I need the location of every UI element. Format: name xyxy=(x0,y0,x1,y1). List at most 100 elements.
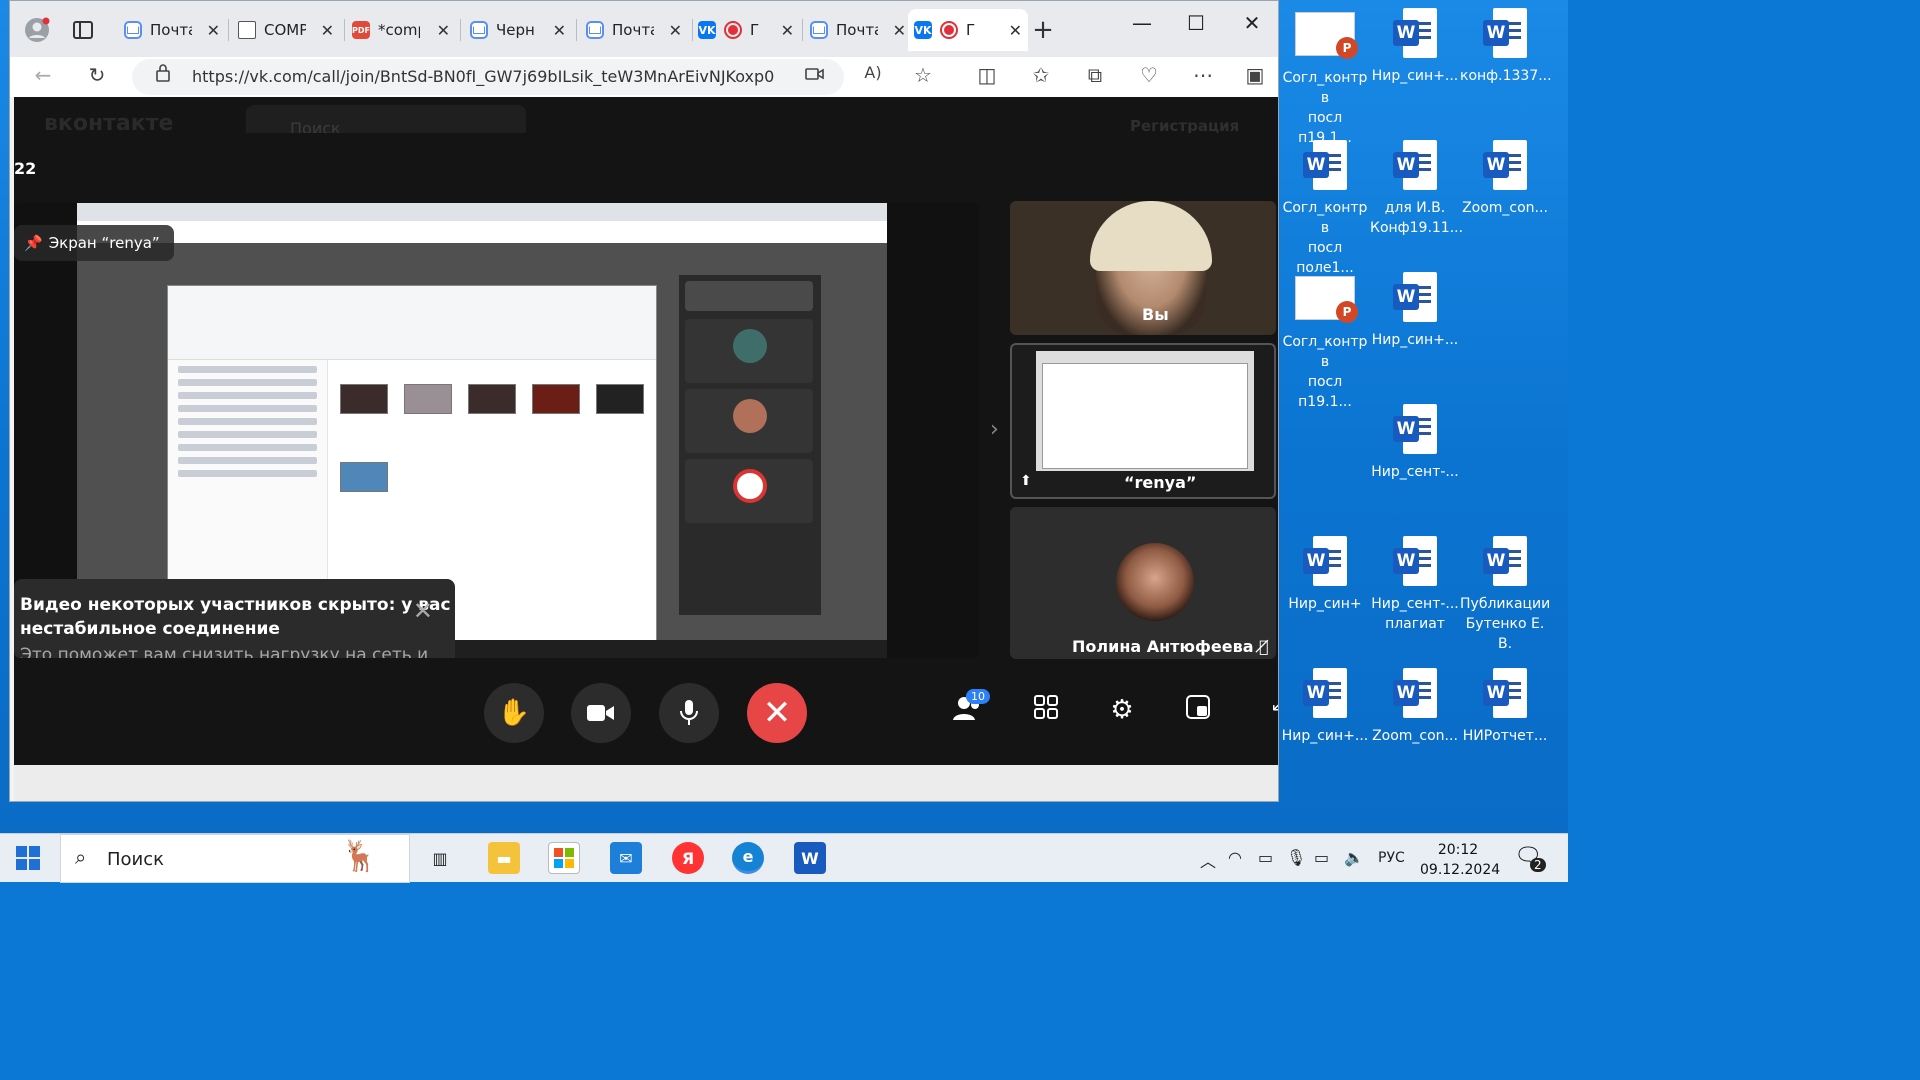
desktop-file-2[interactable]: Wконф.1337... xyxy=(1460,8,1552,86)
meet-now-icon[interactable]: ▭ xyxy=(1258,848,1273,867)
maximize-button[interactable]: ☐ xyxy=(1176,11,1216,35)
pdf-icon: PDF xyxy=(352,21,370,39)
notification-center-button[interactable]: 🗨 2 xyxy=(1514,844,1546,874)
participants-button[interactable]: 10 xyxy=(948,689,990,735)
desktop-file-4[interactable]: Wдля И.В. Конф19.11... xyxy=(1370,140,1463,238)
tab-pdf[interactable]: PDF *comp ✕ xyxy=(346,9,456,51)
close-icon[interactable]: ✕ xyxy=(893,21,906,40)
main-screen-share[interactable]: 📌 Экран “renya” Видео некоторых участник… xyxy=(14,203,979,658)
close-icon[interactable]: ✕ xyxy=(321,21,334,40)
microphone-button[interactable] xyxy=(659,683,719,743)
desktop-file-6[interactable]: P Согл_контр в посл п19.1... xyxy=(1280,272,1370,412)
split-screen-icon[interactable]: ◫ xyxy=(972,63,1002,87)
favorites-icon[interactable]: ✩ xyxy=(1026,63,1056,87)
tab-separator xyxy=(228,19,229,41)
toast-title: Видео некоторых участников скрыто: у вас… xyxy=(20,595,451,639)
sidebar-toggle-icon[interactable]: ▣ xyxy=(1240,63,1270,87)
close-icon[interactable]: ✕ xyxy=(413,597,433,625)
volume-icon[interactable]: 🔈 xyxy=(1344,848,1364,867)
close-icon[interactable]: ✕ xyxy=(669,21,682,40)
language-indicator[interactable]: РУС xyxy=(1378,850,1405,866)
chevron-right-icon[interactable]: › xyxy=(990,417,999,442)
raise-hand-button[interactable]: ✋ xyxy=(484,683,544,743)
chevron-up-icon[interactable]: ︿ xyxy=(1200,848,1216,872)
participant-name: Вы xyxy=(1142,305,1169,324)
collections-icon[interactable]: ⧉ xyxy=(1080,63,1110,87)
lock-icon[interactable] xyxy=(148,63,178,87)
windows-start-button[interactable] xyxy=(16,846,40,870)
desktop-file-label: Нир_син+... xyxy=(1371,332,1459,348)
camera-button[interactable] xyxy=(571,683,631,743)
edge-browser-icon[interactable]: e xyxy=(732,842,764,874)
desktop-file-14[interactable]: W НИРотчет... xyxy=(1460,668,1550,746)
tab-mail-2[interactable]: Черн ✕ xyxy=(464,9,572,51)
desktop-file-3[interactable]: W Согл_контр в посл поле1... xyxy=(1280,140,1370,278)
call-area: 22 📌 Экран “renya” Видео некоторых участ… xyxy=(14,133,1278,765)
microphone-icon[interactable]: 🎙 xyxy=(1286,848,1306,867)
microsoft-store-icon[interactable] xyxy=(548,842,580,874)
register-link[interactable]: Регистрация xyxy=(1130,117,1239,133)
wifi-icon[interactable]: ◠ xyxy=(1228,848,1242,867)
layout-grid-button[interactable] xyxy=(1026,695,1066,735)
desktop-file-11[interactable]: W Публикации Бутенко Е. В. xyxy=(1460,536,1550,654)
tab-vk-call-active[interactable]: VK Г ✕ xyxy=(908,9,1028,51)
end-call-button[interactable]: ✕ xyxy=(747,683,807,743)
desktop-file-8[interactable]: W Нир_сент-... xyxy=(1370,404,1460,482)
unstable-connection-toast: Видео некоторых участников скрыто: у вас… xyxy=(14,579,455,658)
back-icon[interactable]: ← xyxy=(28,63,58,87)
vk-search-input[interactable]: Поиск xyxy=(246,105,526,133)
desktop-file-13[interactable]: W Zoom_con... xyxy=(1370,668,1460,746)
word-icon[interactable]: W xyxy=(794,842,826,874)
notification-count-badge: 2 xyxy=(1530,858,1546,872)
desktop-file-9[interactable]: W Нир_син+ xyxy=(1280,536,1370,614)
desktop-file-10[interactable]: W Нир_сент-... плагиат xyxy=(1370,536,1460,634)
more-menu-icon[interactable]: ⋯ xyxy=(1188,63,1218,87)
profile-avatar-icon[interactable] xyxy=(22,15,52,45)
desktop-file-5[interactable]: W Zoom_con... xyxy=(1460,140,1550,218)
picture-in-picture-button[interactable] xyxy=(1178,695,1218,735)
minimize-button[interactable]: — xyxy=(1122,11,1162,35)
tab-actions-icon[interactable] xyxy=(68,15,98,45)
close-icon[interactable]: ✕ xyxy=(1009,21,1022,40)
address-bar[interactable]: https://vk.com/call/join/BntSd-BN0fI_GW7… xyxy=(132,59,844,95)
pin-icon[interactable]: 📌 xyxy=(24,234,43,252)
tab-vk-call-1[interactable]: VK Г ✕ xyxy=(692,9,800,51)
desktop-file-label: Нир_син+ xyxy=(1288,596,1362,612)
clock[interactable]: 20:12 09.12.2024 xyxy=(1420,840,1500,880)
battery-icon[interactable]: ▭ xyxy=(1314,848,1329,867)
tab-title: COMP xyxy=(264,21,306,39)
close-icon[interactable]: ✕ xyxy=(553,21,566,40)
tab-mail-1[interactable]: Почта ✕ xyxy=(118,9,226,51)
settings-gear-button[interactable]: ⚙ xyxy=(1102,695,1142,735)
new-tab-button[interactable]: + xyxy=(1028,15,1058,45)
tab-mail-3[interactable]: Почта ✕ xyxy=(580,9,688,51)
browser-window: Почта ✕ COMP ✕ PDF *comp ✕ Черн ✕ Почта … xyxy=(9,0,1279,802)
camera-permission-icon[interactable] xyxy=(800,63,830,87)
tab-document[interactable]: COMP ✕ xyxy=(232,9,340,51)
file-explorer-icon[interactable]: ▬ xyxy=(488,842,520,874)
browser-essentials-icon[interactable]: ♡ xyxy=(1134,63,1164,87)
close-icon[interactable]: ✕ xyxy=(781,21,794,40)
close-icon[interactable]: ✕ xyxy=(207,21,220,40)
desktop-file-1[interactable]: W Нир_син+... xyxy=(1370,8,1460,86)
task-view-icon[interactable]: ▥ xyxy=(424,842,456,874)
participant-tile-self[interactable]: Вы xyxy=(1010,201,1276,335)
taskbar-search-box[interactable]: ⌕ Поиск 🦌 xyxy=(60,834,410,883)
tab-mail-4[interactable]: Почта ✕ xyxy=(804,9,912,51)
refresh-icon[interactable]: ↻ xyxy=(82,63,112,87)
desktop-file-12[interactable]: W Нир_син+... xyxy=(1280,668,1370,746)
desktop-file-0[interactable]: P Согл_контр в посл п19.1... xyxy=(1280,8,1370,148)
read-aloud-icon[interactable]: A) xyxy=(858,63,888,82)
vk-logo[interactable]: вконтакте xyxy=(44,111,173,133)
url-text[interactable]: https://vk.com/call/join/BntSd-BN0fI_GW7… xyxy=(192,67,774,86)
participant-tile-polina[interactable]: Полина Антюфеева 🎙̸ xyxy=(1010,507,1276,659)
close-icon[interactable]: ✕ xyxy=(437,21,450,40)
desktop-file-7[interactable]: W Нир_син+... xyxy=(1370,272,1460,350)
collapse-icon[interactable]: ↙ xyxy=(1258,695,1278,735)
mail-icon[interactable]: ✉ xyxy=(610,842,642,874)
participant-tile-screen[interactable]: ⬆ “renya” xyxy=(1010,343,1276,499)
favorite-star-icon[interactable]: ☆ xyxy=(908,63,938,87)
close-window-button[interactable]: ✕ xyxy=(1232,11,1272,35)
yandex-browser-icon[interactable]: Я xyxy=(672,842,704,874)
desktop-file-label: Согл_контр в xyxy=(1282,70,1368,106)
